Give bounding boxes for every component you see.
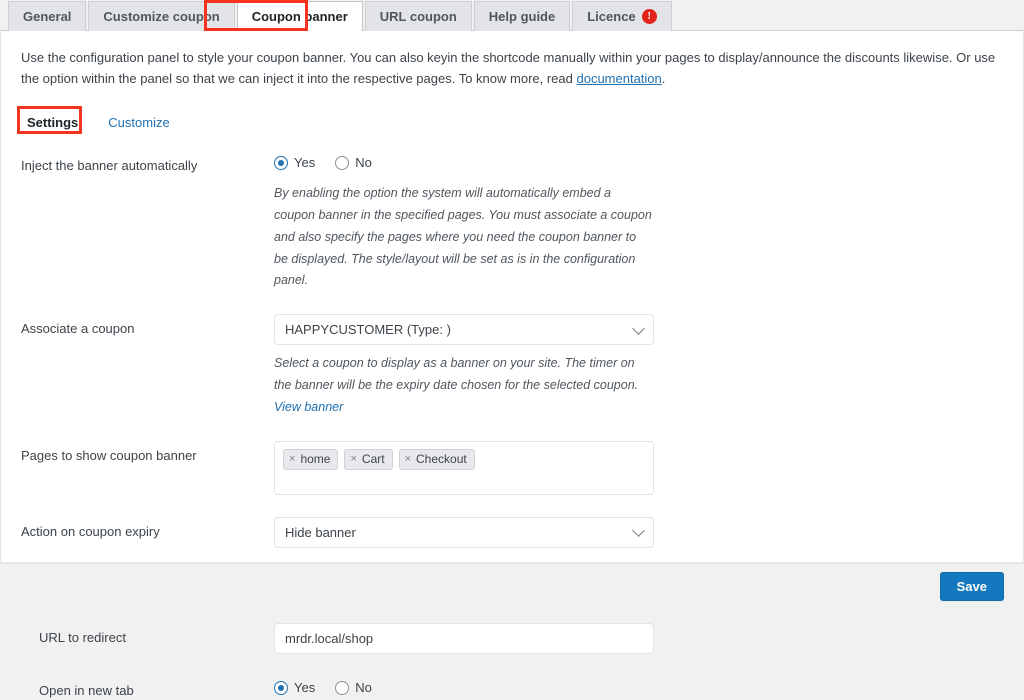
open-new-tab-yes-option[interactable]: Yes [274,680,315,695]
radio-label-no: No [355,680,372,696]
coupon-expiry-label: Action on coupon expiry [21,523,160,539]
associate-coupon-select[interactable]: HAPPYCUSTOMER (Type: ) [274,314,654,346]
documentation-link[interactable]: documentation [576,71,661,86]
field-row-url-redirect: URL to redirect mrdr.local/shop [21,622,1003,654]
tag-label: Checkout [416,451,467,466]
pages-field: × home × Cart × Checkout [274,440,1003,495]
radio-indicator-no[interactable] [335,680,350,695]
tab-customize-coupon[interactable]: Customize coupon [88,1,235,31]
open-new-tab-radio-group: Yes No [274,676,1003,700]
inject-banner-no-option[interactable]: No [335,155,372,170]
chevron-down-icon [632,524,645,538]
field-row-pages: Pages to show coupon banner × home × Car… [21,440,1003,495]
url-redirect-field: mrdr.local/shop [274,622,1003,654]
field-row-inject-banner: Inject the banner automatically Yes No B… [21,151,1003,292]
subtab-settings[interactable]: Settings [21,111,85,133]
tag-item[interactable]: × home [283,448,339,470]
intro-text-before: Use the configuration panel to style you… [21,50,996,87]
radio-label-yes: Yes [294,155,316,171]
associate-coupon-label: Associate a coupon [21,321,135,337]
open-new-tab-no-option[interactable]: No [335,680,372,695]
inject-banner-label: Inject the banner automatically [21,157,198,173]
inject-banner-help-text: By enabling the option the system will a… [274,185,652,288]
tag-label: Cart [361,451,385,466]
associate-coupon-help-text: Select a coupon to display as a banner o… [274,353,652,419]
tag-item[interactable]: × Checkout [398,448,475,470]
remove-tag-icon[interactable]: × [345,450,361,469]
tab-coupon-banner[interactable]: Coupon banner [236,1,363,31]
tab-label: URL coupon [379,9,457,24]
open-new-tab-field: Yes No [274,676,1003,700]
tab-label: Coupon banner [251,9,348,24]
inject-banner-radio-group: Yes No [274,151,1003,175]
chevron-down-icon [632,321,645,335]
tab-licence[interactable]: Licence ! [572,1,672,31]
pages-label: Pages to show coupon banner [21,447,197,463]
coupon-expiry-field: Hide banner [274,516,1003,548]
associate-coupon-value: HAPPYCUSTOMER (Type: ) [285,322,451,338]
panel-description: Use the configuration panel to style you… [21,47,1003,90]
radio-indicator-yes[interactable] [274,155,288,170]
subtab-customize[interactable]: Customize [102,111,176,133]
tab-general[interactable]: General [8,1,87,31]
tag-item[interactable]: × Cart [344,448,393,470]
field-row-associate-coupon: Associate a coupon HAPPYCUSTOMER (Type: … [21,314,1003,419]
url-redirect-value: mrdr.local/shop [285,630,374,646]
main-tab-bar: General Customize coupon Coupon banner U… [0,0,1024,31]
radio-indicator-yes[interactable] [274,680,288,695]
tab-label: Help guide [488,9,556,24]
pages-tag-input[interactable]: × home × Cart × Checkout [274,440,654,495]
coupon-banner-panel: Use the configuration panel to style you… [0,31,1024,698]
radio-label-no: No [355,155,372,171]
radio-indicator-no[interactable] [335,155,350,170]
remove-tag-icon[interactable]: × [400,450,416,469]
url-redirect-label: URL to redirect [39,629,126,645]
url-redirect-input[interactable]: mrdr.local/shop [274,622,654,654]
save-button[interactable]: Save [939,572,1004,601]
view-banner-link[interactable]: View banner [274,400,343,414]
tab-label: General [23,9,72,24]
inject-banner-field: Yes No By enabling the option the system… [274,151,1003,292]
remove-tag-icon[interactable]: × [284,450,300,469]
field-row-open-new-tab: Open in new tab Yes No [21,676,1003,700]
tab-url-coupon[interactable]: URL coupon [364,1,472,31]
intro-text-after: . [661,71,666,87]
alert-icon: ! [641,9,657,24]
panel-footer: Save [0,563,1024,608]
tab-help-guide[interactable]: Help guide [473,1,571,31]
coupon-expiry-value: Hide banner [285,524,356,540]
tab-label: Customize coupon [103,9,220,24]
sub-tab-bar: Settings Customize [17,105,1003,134]
associate-help-text: Select a coupon to display as a banner o… [274,356,639,393]
open-new-tab-label: Open in new tab [39,682,134,698]
coupon-expiry-select[interactable]: Hide banner [274,516,654,548]
associate-coupon-field: HAPPYCUSTOMER (Type: ) Select a coupon t… [274,314,1003,419]
inject-banner-yes-option[interactable]: Yes [274,155,315,170]
field-row-coupon-expiry: Action on coupon expiry Hide banner [21,516,1003,548]
tab-label: Licence [587,9,636,24]
settings-form: Inject the banner automatically Yes No B… [21,151,1003,700]
radio-label-yes: Yes [294,680,316,696]
tag-label: home [300,451,331,466]
